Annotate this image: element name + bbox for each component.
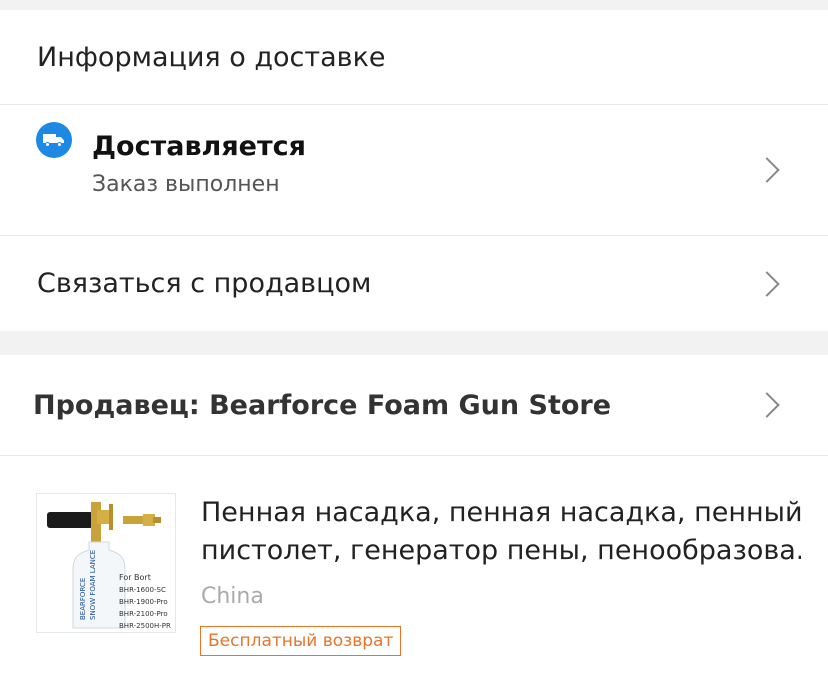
delivery-status-text: Доставляется Заказ выполнен: [92, 130, 306, 198]
product-title-line-1: Пенная насадка, пенная насадка, пенный: [201, 497, 801, 528]
chevron-right-icon: [754, 157, 780, 183]
svg-text:BHR-1600-SC: BHR-1600-SC: [119, 586, 166, 594]
svg-text:BHR-2100-Pro: BHR-2100-Pro: [119, 610, 168, 618]
svg-text:BEARFORCE: BEARFORCE: [79, 578, 87, 620]
section-spacer: [0, 331, 828, 355]
product-title[interactable]: Пенная насадка, пенная насадка, пенный п…: [201, 494, 801, 570]
contact-seller-label: Связаться с продавцом: [37, 268, 372, 299]
chevron-right-icon: [754, 270, 780, 297]
svg-text:BHR-2500H-PR: BHR-2500H-PR: [119, 622, 171, 630]
truck-icon: [36, 122, 72, 158]
delivery-info-header: Информация о доставке: [0, 10, 828, 105]
product-title-line-2: пистолет, генератор пены, пенообразова..…: [201, 535, 801, 566]
chevron-right-icon: [754, 392, 780, 418]
seller-row[interactable]: Продавец: Bearforce Foam Gun Store: [0, 355, 828, 456]
product-image[interactable]: BEARFORCE SNOW FOAM LANCE For Bort BHR-1…: [36, 493, 176, 633]
delivery-status-row[interactable]: Доставляется Заказ выполнен: [0, 105, 828, 236]
delivery-info-title: Информация о доставке: [37, 41, 386, 73]
contact-seller-row[interactable]: Связаться с продавцом: [0, 236, 828, 331]
delivery-status-subtitle: Заказ выполнен: [92, 172, 280, 197]
product-origin: China: [201, 584, 264, 609]
seller-name: Продавец: Bearforce Foam Gun Store: [33, 389, 612, 421]
product-card[interactable]: BEARFORCE SNOW FOAM LANCE For Bort BHR-1…: [0, 456, 828, 680]
delivery-status-title: Доставляется: [92, 131, 306, 162]
svg-text:SNOW FOAM LANCE: SNOW FOAM LANCE: [89, 550, 97, 620]
top-spacer: [0, 0, 828, 10]
svg-text:For Bort: For Bort: [119, 573, 151, 582]
svg-text:BHR-1900-Pro: BHR-1900-Pro: [119, 598, 168, 606]
free-return-badge: Бесплатный возврат: [200, 626, 402, 656]
